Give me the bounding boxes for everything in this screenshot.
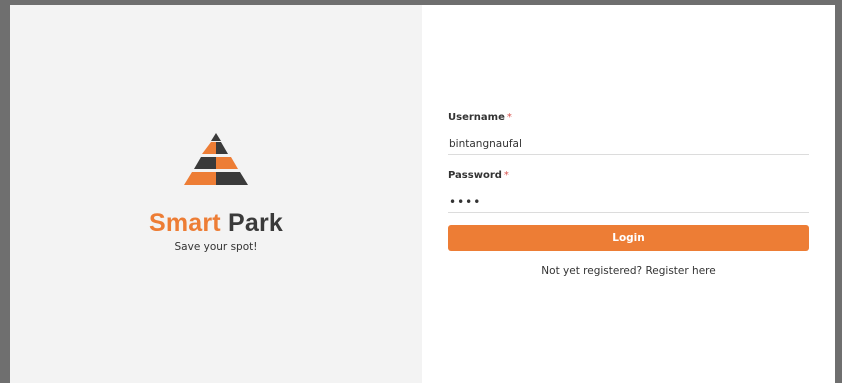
register-prompt-text: Not yet registered? [541,265,643,277]
branding-panel: Smart Park Save your spot! [10,5,422,383]
register-link[interactable]: Register here [645,265,715,277]
username-input[interactable] [448,133,809,155]
login-panel: Username* Password* Login Not yet regist… [422,5,835,383]
username-label-text: Username [448,112,505,123]
brand-tagline: Save your spot! [174,241,258,253]
required-marker: * [506,112,512,123]
brand-block: Smart Park Save your spot! [10,133,422,253]
pyramid-logo-icon [184,133,248,185]
password-label-text: Password [448,170,502,181]
required-marker: * [503,170,509,181]
login-button[interactable]: Login [448,225,809,251]
brand-name-accent: Smart [148,209,221,237]
brand-name-dark: Park [228,209,284,237]
username-label: Username * [448,112,809,123]
app-window: Smart Park Save your spot! Username* Pas… [10,5,835,383]
password-label: Password * [448,170,809,181]
register-prompt: Not yet registered? Register here [448,265,809,277]
login-form: Username* Password* Login Not yet regist… [448,112,809,277]
password-input[interactable] [448,191,809,213]
brand-name: Smart Park [149,209,283,238]
